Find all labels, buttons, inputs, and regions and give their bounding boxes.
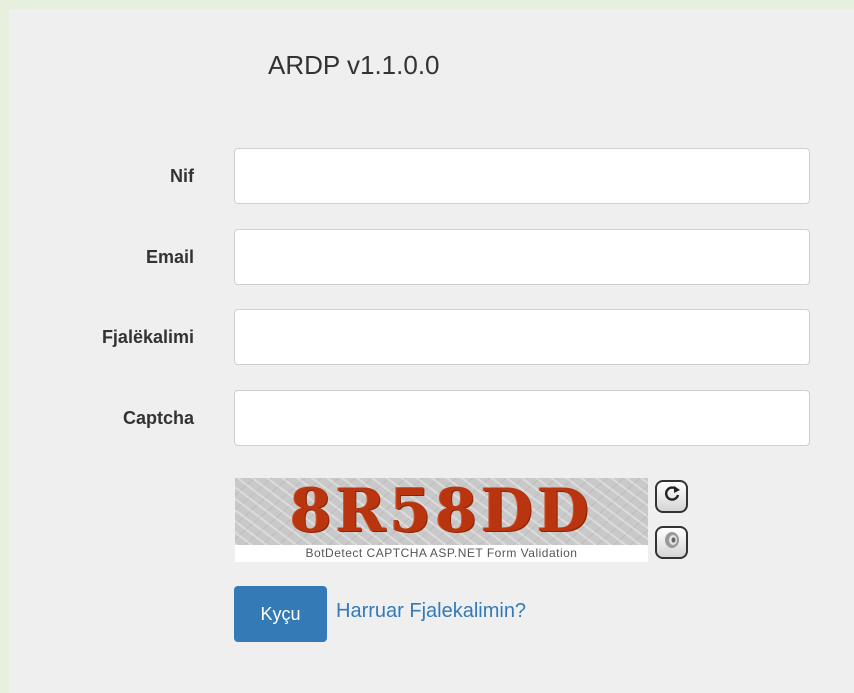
nif-input[interactable] [234, 148, 810, 204]
speaker-icon [662, 530, 682, 556]
email-input[interactable] [234, 229, 810, 285]
email-row: Email [9, 229, 854, 285]
page-title: ARDP v1.1.0.0 [268, 50, 440, 80]
login-panel: ARDP v1.1.0.0 Nif Email Fjalëkalimi Capt… [9, 9, 854, 693]
captcha-caption: BotDetect CAPTCHA ASP.NET Form Validatio… [235, 545, 648, 562]
captcha-reload-button[interactable] [655, 480, 688, 513]
nif-row: Nif [9, 148, 854, 204]
captcha-image: 8R58DD BotDetect CAPTCHA ASP.NET Form Va… [235, 478, 648, 562]
captcha-row: Captcha [9, 390, 854, 446]
password-row: Fjalëkalimi [9, 309, 854, 365]
captcha-sound-button[interactable] [655, 526, 688, 559]
forgot-password-link[interactable]: Harruar Fjalekalimin? [336, 597, 526, 625]
captcha-code: 8R58DD [289, 478, 594, 546]
password-label: Fjalëkalimi [101, 327, 194, 347]
captcha-input[interactable] [234, 390, 810, 446]
password-input[interactable] [234, 309, 810, 365]
email-label: Email [145, 247, 194, 267]
login-button[interactable]: Kyçu [234, 586, 327, 642]
nif-label: Nif [170, 166, 194, 186]
captcha-label: Captcha [122, 408, 194, 428]
reload-icon [662, 484, 682, 510]
